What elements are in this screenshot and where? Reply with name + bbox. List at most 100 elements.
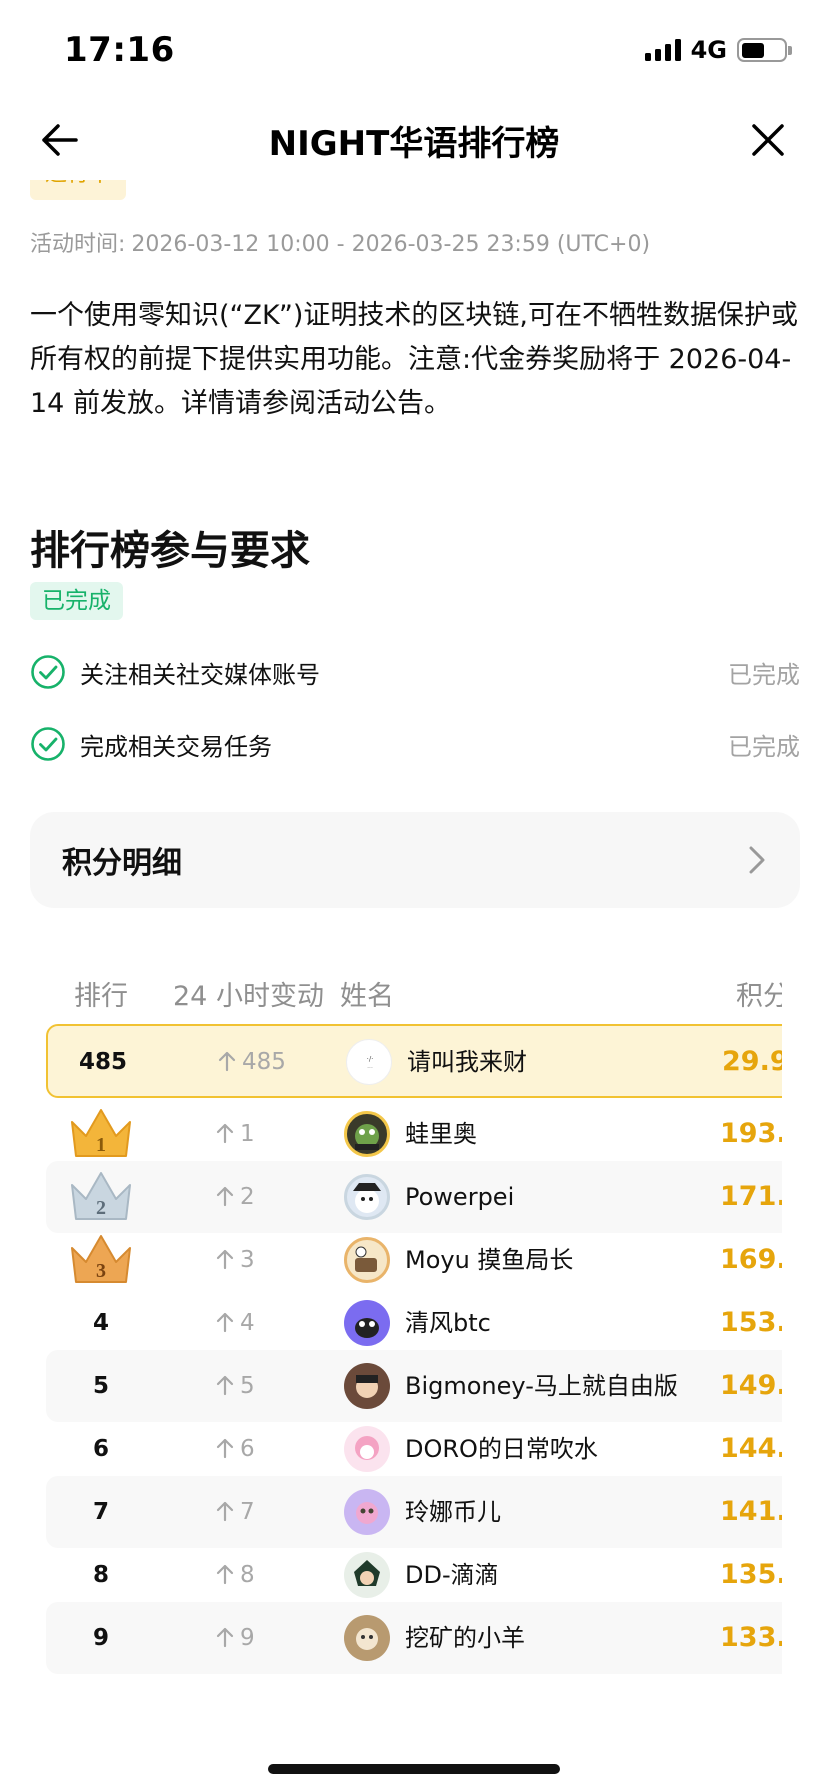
leaderboard-row[interactable]: 1 1 蛙里奥 193.4 [46,1098,782,1170]
user-points: 149.6 [720,1370,782,1401]
status-time: 17:16 [64,30,175,70]
user-name: Moyu 摸鱼局长 [405,1246,574,1274]
close-icon[interactable] [748,120,788,160]
rank-change-value: 5 [240,1373,255,1399]
activity-time-label: 活动时间: [30,232,126,257]
leaderboard-row[interactable]: 8 8 DD-滴滴 135.5 [46,1539,782,1611]
column-rank: 排行 [74,981,128,1012]
arrow-up-icon [216,1123,234,1144]
activity-time-value: 2026-03-12 10:00 - 2026-03-25 23:59 (UTC… [131,232,651,257]
user-name: DD-滴滴 [405,1561,499,1589]
gold-crown-icon: 1 [71,1109,131,1157]
requirement-item: 关注相关社交媒体账号 已完成 [30,650,800,694]
column-points: 积分 [736,981,782,1012]
column-name: 姓名 [340,981,394,1012]
requirements-title: 排行榜参与要求 [30,528,310,574]
silver-crown-icon: 2 [71,1172,131,1220]
user-points: 141.2 [720,1496,782,1527]
user-points: 169.1 [720,1244,782,1275]
rank-change-value: 485 [242,1049,286,1075]
leaderboard-row[interactable]: 4 4 清风btc 153.8 [46,1287,782,1359]
home-indicator [268,1764,560,1774]
leaderboard-header: 排行 24 小时变动 姓名 积分 [0,960,782,1020]
avatar [344,1300,390,1346]
rank-change-value: 7 [240,1499,255,1525]
rank-change-value: 4 [240,1310,255,1336]
arrow-up-icon [216,1627,234,1648]
arrow-up-icon [218,1051,236,1072]
rank-change: 6 [216,1413,255,1485]
arrow-up-icon [216,1186,234,1207]
my-rank-row[interactable]: 485 485 ·/· ··· 请叫我来财 29.9 [46,1024,782,1098]
rank-change: 1 [216,1098,255,1170]
user-name: Bigmoney-马上就自由版 [405,1372,678,1400]
arrow-up-icon [216,1375,234,1396]
rank-number: 8 [92,1562,109,1588]
requirement-state: 已完成 [728,660,800,689]
rank-change-value: 3 [240,1247,255,1273]
status-bar: 17:16 4G [0,0,828,100]
rank-number: 5 [92,1373,109,1399]
avatar [344,1552,390,1598]
avatar [344,1426,390,1472]
leaderboard-row[interactable]: 6 6 DORO的日常吹水 144.1 [46,1413,782,1485]
page-title: NIGHT华语排行榜 [268,124,560,164]
user-points: 144.1 [720,1433,782,1464]
user-points: 193.4 [720,1118,782,1149]
network-type: 4G [690,36,727,64]
svg-text:···: ··· [367,1065,373,1072]
leaderboard-row[interactable]: 7 7 玲娜币儿 141.2 [46,1476,782,1548]
rank-number: 9 [92,1625,109,1651]
bronze-crown-icon: 3 [71,1235,131,1283]
rank-change-value: 8 [240,1562,255,1588]
rank-change-value: 1 [240,1121,255,1147]
avatar [344,1111,390,1157]
requirement-item: 完成相关交易任务 已完成 [30,722,800,766]
activity-description: 一个使用零知识(“ZK”)证明技术的区块链,可在不牺牲数据保护或所有权的前提下提… [30,300,798,419]
user-points: 133.0 [720,1622,782,1653]
avatar: ·/· ··· [346,1039,392,1085]
requirements-status-badge: 已完成 [30,582,123,620]
rank-change: 5 [216,1350,255,1422]
leaderboard-row[interactable]: 5 5 Bigmoney-马上就自由版 149.6 [46,1350,782,1422]
svg-text:·/·: ·/· [367,1055,374,1063]
check-circle-icon [31,655,65,689]
rank-change: 9 [216,1602,255,1674]
arrow-up-icon [216,1312,234,1333]
leaderboard-row[interactable]: 3 3 Moyu 摸鱼局长 169.1 [46,1224,782,1296]
rank-change: 7 [216,1476,255,1548]
avatar [344,1615,390,1661]
rank-change-value: 6 [240,1436,255,1462]
activity-time: 活动时间: 2026-03-12 10:00 - 2026-03-25 23:59… [30,226,650,258]
points-detail-card[interactable]: 积分明细 [30,812,800,908]
user-points: 153.8 [720,1307,782,1338]
rank-change: 3 [216,1224,255,1296]
nav-bar: NIGHT华语排行榜 [0,100,828,180]
arrow-up-icon [216,1438,234,1459]
rank-number: 485 [78,1049,127,1075]
rank-number: 7 [92,1499,109,1525]
requirement-label: 关注相关社交媒体账号 [80,660,320,689]
leaderboard-row[interactable]: 2 2 Powerpei 171.0 [46,1161,782,1233]
rank-change-value: 9 [240,1625,255,1651]
crown-rank: 2 [96,1197,106,1219]
user-points: 29.9 [722,1046,782,1077]
crown-rank: 1 [96,1134,106,1156]
rank-number: 4 [92,1310,109,1336]
user-name: 蛙里奥 [405,1120,477,1148]
user-points: 135.5 [720,1559,782,1590]
user-points: 171.0 [720,1181,782,1212]
requirement-state: 已完成 [728,732,800,761]
avatar [344,1363,390,1409]
crown-rank: 3 [96,1260,106,1282]
leaderboard: 排行 24 小时变动 姓名 积分 485 485 ·/· ··· 请叫我来财 29… [0,960,782,1725]
user-name: 玲娜币儿 [405,1498,501,1526]
chevron-right-icon [749,846,765,874]
user-name: 请叫我来财 [407,1048,527,1076]
rank-change: 485 [218,1026,286,1098]
leaderboard-row[interactable]: 9 9 挖矿的小羊 133.0 [46,1602,782,1674]
user-name: Powerpei [405,1183,515,1211]
rank-change: 8 [216,1539,255,1611]
user-name: DORO的日常吹水 [405,1435,598,1463]
user-name: 清风btc [405,1309,491,1337]
